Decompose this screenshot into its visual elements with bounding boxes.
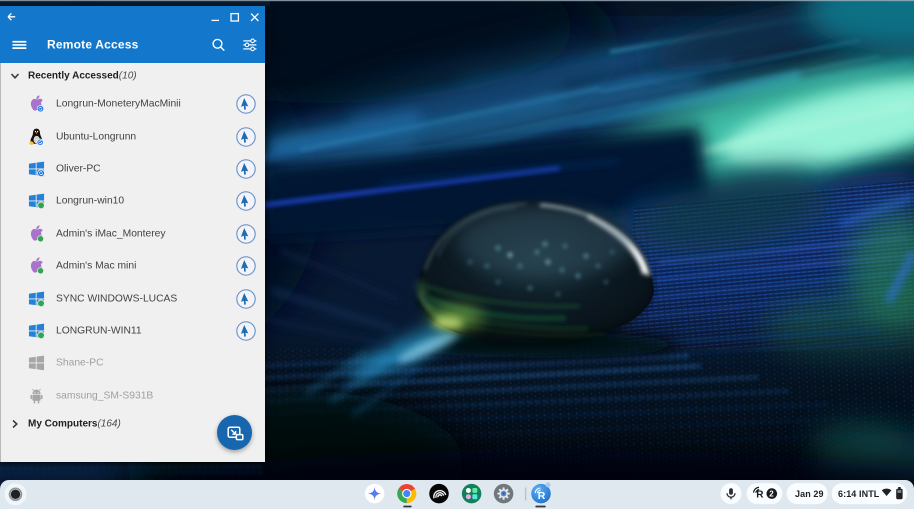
- svg-text:2: 2: [769, 490, 774, 499]
- svg-text:Remote Access: Remote Access: [47, 38, 139, 52]
- svg-text:R: R: [756, 490, 764, 501]
- svg-text:6:14 INTL: 6:14 INTL: [838, 489, 880, 499]
- svg-text:Jan 29: Jan 29: [795, 489, 824, 499]
- svg-text:R: R: [538, 490, 546, 502]
